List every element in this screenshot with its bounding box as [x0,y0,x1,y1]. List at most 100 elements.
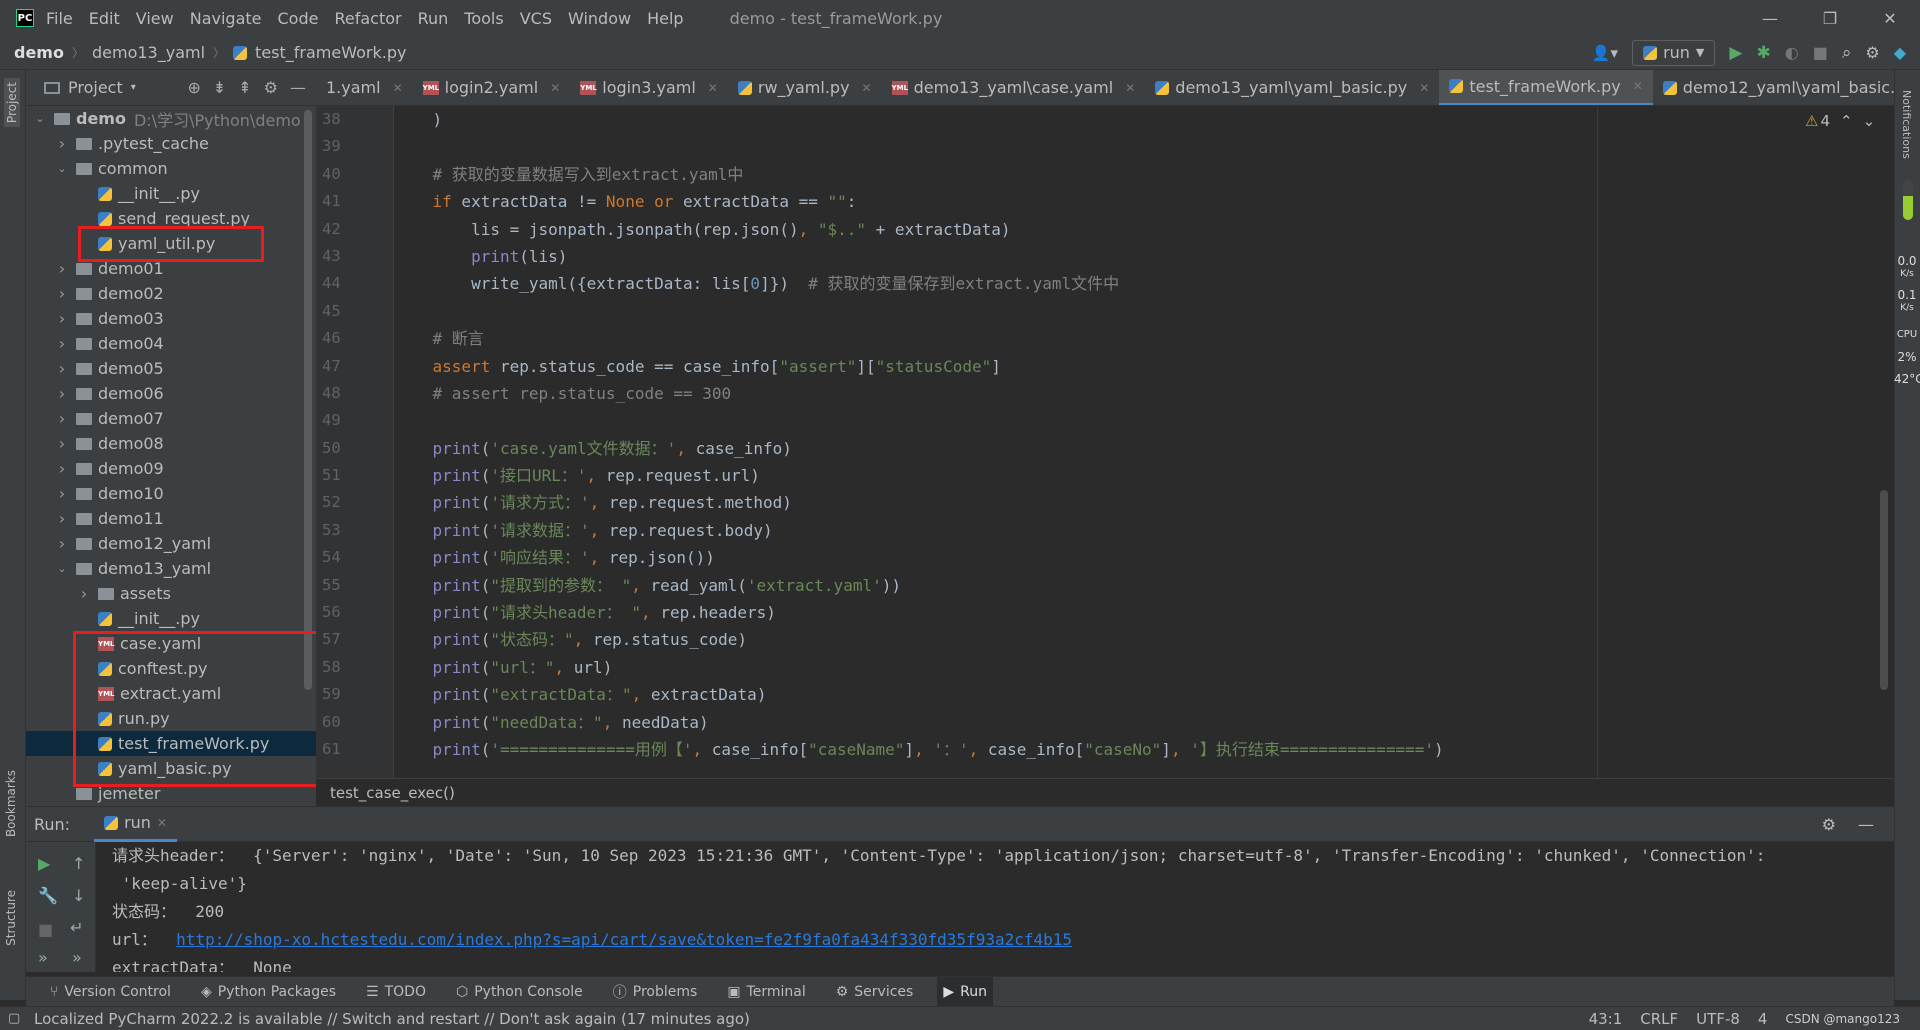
bookmarks-tool-button[interactable]: Bookmarks [4,770,18,837]
gear-icon[interactable]: ⚙ [1822,815,1836,834]
project-tool-button[interactable]: Project [4,78,20,128]
chevron-down-icon[interactable]: ⌄ [1863,112,1876,130]
editor-breadcrumb[interactable]: test_case_exec() [316,778,1894,806]
hide-panel-icon[interactable]: — [290,78,306,97]
tree-item[interactable]: › demo08 [26,431,316,456]
close-icon[interactable]: ✕ [1633,79,1643,93]
chevron-down-icon[interactable]: ⌄ [54,162,70,175]
chevron-right-icon[interactable]: › [54,384,70,403]
close-icon[interactable]: ✕ [157,816,167,830]
menu-item-help[interactable]: Help [647,9,683,28]
search-icon[interactable]: ⌕ [1842,43,1852,63]
tree-item[interactable]: ⌄ common [26,156,316,181]
coverage-icon[interactable]: ◐ [1785,43,1799,62]
scroll-down-icon[interactable]: ↓ [72,886,85,905]
chevron-right-icon[interactable]: › [54,409,70,428]
tree-item[interactable]: ⌄ demo13_yaml [26,556,316,581]
tool-window-problems[interactable]: ⓘ Problems [607,977,704,1007]
tab-editor-file[interactable]: demo13_yaml\yaml_basic.py ✕ [1145,70,1439,105]
run-icon[interactable]: ▶ [1729,43,1742,63]
url-link[interactable]: http://shop-xo.hctestedu.com/index.php?s… [176,930,1072,949]
gear-icon[interactable]: ⚙ [1865,43,1879,62]
file-encoding[interactable]: UTF-8 [1696,1010,1740,1028]
chevron-right-icon[interactable]: › [54,434,70,453]
code-editor[interactable]: ) # 获取的变量数据写入到extract.yaml中 if extractDa… [394,106,1894,778]
tab-editor-file[interactable]: YML demo13_yaml\case.yaml ✕ [882,70,1146,105]
gear-icon[interactable]: ⚙ [264,78,278,97]
close-icon[interactable]: ✕ [862,81,872,95]
tree-item[interactable]: ⌄ demo D:\学习\Python\demo [26,106,316,131]
tree-item[interactable]: __init__.py [26,181,316,206]
line-separator[interactable]: CRLF [1640,1010,1678,1028]
more-icon[interactable]: » [72,948,82,967]
menu-item-navigate[interactable]: Navigate [190,9,262,28]
stop-icon[interactable]: ■ [1813,43,1828,62]
tree-item[interactable]: › demo07 [26,406,316,431]
chevron-down-icon[interactable]: ▾ [131,82,136,93]
close-window-button[interactable]: ✕ [1860,9,1920,28]
close-icon[interactable]: ✕ [708,81,718,95]
tree-item[interactable]: › demo05 [26,356,316,381]
menu-item-edit[interactable]: Edit [89,9,120,28]
menu-item-window[interactable]: Window [568,9,631,28]
tree-item[interactable]: › demo12_yaml [26,531,316,556]
breadcrumb-folder[interactable]: demo13_yaml [92,43,205,62]
debug-icon[interactable]: ✱ [1756,43,1770,63]
maximize-button[interactable]: ❐ [1800,9,1860,28]
notifications-tool-button[interactable]: Notifications [1900,90,1913,159]
more-icon[interactable]: » [38,948,48,967]
chevron-right-icon[interactable]: › [54,509,70,528]
chevron-down-icon[interactable]: ⌄ [32,112,48,125]
tab-editor-file[interactable]: 1.yaml ✕ [316,70,413,105]
tree-item[interactable]: › demo04 [26,331,316,356]
tab-editor-file[interactable]: YML login3.yaml ✕ [570,70,728,105]
chevron-right-icon[interactable]: › [54,134,70,153]
menu-item-tools[interactable]: Tools [464,9,503,28]
tool-window-version-control[interactable]: ⑂ Version Control [44,977,177,1007]
stop-icon[interactable]: ■ [38,920,53,939]
tree-item[interactable]: › demo11 [26,506,316,531]
tree-item[interactable]: › .pytest_cache [26,131,316,156]
tab-editor-file[interactable]: rw_yaml.py ✕ [728,70,882,105]
tool-window-services[interactable]: ⚙ Services [830,977,920,1007]
tree-item[interactable]: › demo02 [26,281,316,306]
editor-scrollbar[interactable] [1880,490,1888,690]
tree-item[interactable]: › assets [26,581,316,606]
rerun-icon[interactable]: ▶ [38,854,50,873]
expand-all-icon[interactable]: ⇟ [213,78,226,97]
chevron-right-icon[interactable]: › [54,309,70,328]
tool-window-todo[interactable]: ☰ TODO [360,977,432,1007]
cursor-position[interactable]: 43:1 [1589,1010,1623,1028]
run-tab[interactable]: run ✕ [94,806,177,842]
chevron-right-icon[interactable]: › [54,534,70,553]
close-icon[interactable]: ✕ [393,81,403,95]
tree-item[interactable]: › demo06 [26,381,316,406]
run-console[interactable]: 请求头header： {'Server': 'nginx', 'Date': '… [96,842,1880,972]
chevron-right-icon[interactable]: › [54,459,70,478]
breadcrumb-project[interactable]: demo [14,43,64,62]
user-icon[interactable]: 👤▾ [1592,44,1618,62]
locate-icon[interactable]: ⊕ [187,78,200,97]
structure-tool-button[interactable]: Structure [4,890,18,946]
tool-window-run[interactable]: ▶ Run [937,976,993,1007]
menu-item-code[interactable]: Code [278,9,319,28]
run-config-select[interactable]: run ▼ [1632,39,1716,66]
chevron-right-icon[interactable]: › [54,334,70,353]
chevron-down-icon[interactable]: ⌄ [54,562,70,575]
menu-item-refactor[interactable]: Refactor [334,9,401,28]
menu-item-file[interactable]: File [46,9,73,28]
close-icon[interactable]: ✕ [1419,81,1429,95]
tree-item[interactable]: › demo09 [26,456,316,481]
tree-item[interactable]: › demo03 [26,306,316,331]
status-message[interactable]: Localized PyCharm 2022.2 is available //… [34,1010,750,1028]
menu-item-vcs[interactable]: VCS [520,9,552,28]
tab-editor-file[interactable]: YML login2.yaml ✕ [413,70,571,105]
close-icon[interactable]: ✕ [1125,81,1135,95]
soft-wrap-icon[interactable]: ↵ [70,918,83,937]
tree-scrollbar[interactable] [304,110,312,690]
tool-window-python-console[interactable]: ⬡ Python Console [450,977,589,1007]
scroll-up-icon[interactable]: ↑ [72,854,85,873]
jetbrains-icon[interactable]: ◆ [1894,43,1906,62]
tree-item[interactable]: › demo10 [26,481,316,506]
chevron-up-icon[interactable]: ⌃ [1840,112,1853,130]
